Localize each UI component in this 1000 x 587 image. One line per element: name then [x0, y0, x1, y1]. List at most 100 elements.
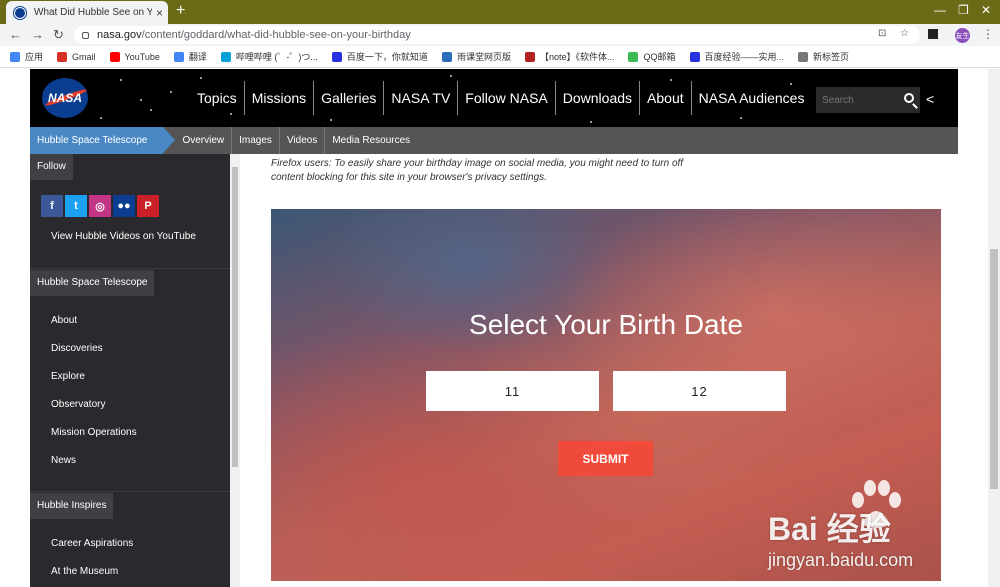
nasa-favicon-icon: [14, 6, 26, 19]
star-decoration: [200, 77, 202, 79]
subnav-videos[interactable]: Videos: [278, 127, 324, 154]
maximize-icon[interactable]: ❐: [958, 3, 969, 17]
nav-item-follow-nasa[interactable]: Follow NASA: [457, 81, 554, 115]
tab-title: What Did Hubble See on Your: [34, 7, 152, 18]
bookmarks-bar: 应用 Gmail YouTube 翻译 哔哩哔哩 (゜-゜)つ... 百度一下，你就知道 雨…: [0, 46, 1000, 68]
subnav-hubble-space-telescope[interactable]: Hubble Space Telescope: [30, 127, 176, 154]
day-input[interactable]: [613, 371, 786, 411]
bookmark-item[interactable]: QQ邮箱: [628, 50, 676, 63]
nav-item-topics[interactable]: Topics: [190, 81, 244, 115]
bookmark-item[interactable]: 翻译: [173, 50, 207, 63]
nav-item-about[interactable]: About: [639, 81, 691, 115]
bookmark-item[interactable]: YouTube: [109, 51, 160, 62]
nav-item-downloads[interactable]: Downloads: [554, 81, 639, 115]
star-decoration: [790, 83, 792, 85]
search-input[interactable]: [822, 94, 900, 106]
tab-close-button[interactable]: ×: [156, 6, 163, 20]
star-decoration: [530, 99, 532, 101]
bookmark-favicon-icon: [524, 51, 535, 62]
pinterest-icon[interactable]: P: [137, 195, 159, 217]
nasa-logo-text: NASA: [47, 91, 82, 105]
sidebar-link-discoveries[interactable]: Discoveries: [30, 335, 230, 363]
address-toolbar: ← → ↻ nasa.gov /content/goddard/what-did…: [0, 24, 1000, 46]
translate-icon[interactable]: ⊡: [878, 28, 886, 39]
bookmark-label: 哔哩哔哩 (゜-゜)つ...: [235, 52, 318, 62]
forward-arrow-icon[interactable]: →: [31, 27, 44, 42]
bookmark-label: Gmail: [72, 51, 96, 62]
sidebar-link-news[interactable]: News: [30, 447, 230, 475]
sidebar: Follow f t ◎ ●● P View Hubble Videos on YouT…: [30, 154, 230, 587]
submit-button[interactable]: SUBMIT: [558, 441, 653, 476]
social-icons: f t ◎ ●● P: [30, 195, 230, 217]
bookmark-label: 百度一下，你就知道: [346, 52, 428, 62]
star-decoration: [670, 79, 672, 81]
subnav-images[interactable]: Images: [231, 127, 279, 154]
share-icon[interactable]: <: [926, 91, 934, 107]
nasa-logo[interactable]: NASA: [42, 78, 88, 118]
reload-icon[interactable]: ↻: [53, 27, 64, 43]
sidebar-link-explore[interactable]: Explore: [30, 363, 230, 391]
watermark-brand: Bai 经验: [768, 511, 891, 547]
bookmark-item[interactable]: 百度一下，你就知道: [331, 50, 428, 63]
star-decoration: [590, 121, 592, 123]
search-icon[interactable]: [904, 93, 914, 103]
nav-item-missions[interactable]: Missions: [243, 81, 313, 115]
sidebar-link-mission-operations[interactable]: Mission Operations: [30, 419, 230, 447]
subnav-overview[interactable]: Overview: [175, 127, 231, 154]
bookmark-item[interactable]: 新标签页: [798, 50, 849, 63]
browser-tab-bar: What Did Hubble See on Your × + — ❐ ✕: [0, 0, 1000, 24]
firefox-note: Firefox users: To easily share your birt…: [271, 158, 684, 183]
new-tab-button[interactable]: +: [176, 2, 185, 20]
nav-item-nasa-audiences[interactable]: NASA Audiences: [690, 81, 812, 115]
bookmark-star-icon[interactable]: ☆: [900, 28, 909, 39]
sidebar-link-at-the-museum[interactable]: At the Museum: [30, 558, 230, 586]
star-decoration: [230, 113, 232, 115]
main-nav: Topics Missions Galleries NASA TV Follow NAS…: [190, 81, 811, 115]
youtube-videos-link[interactable]: View Hubble Videos on YouTube: [30, 223, 230, 251]
bookmark-item[interactable]: 雨课堂网页版: [441, 50, 511, 63]
sidebar-heading-inspires: Hubble Inspires: [30, 493, 114, 519]
sidebar-link-career-aspirations[interactable]: Career Aspirations: [30, 530, 230, 558]
subnav-media-resources[interactable]: Media Resources: [324, 127, 417, 154]
nav-item-galleries[interactable]: Galleries: [313, 81, 383, 115]
facebook-icon[interactable]: f: [41, 195, 63, 217]
url-path: /content/goddard/what-did-hubble-see-on-…: [141, 29, 411, 41]
bookmark-item[interactable]: 百度经验——实用...: [689, 50, 784, 63]
bookmark-item[interactable]: 【note】《软件体...: [524, 50, 614, 63]
star-decoration: [100, 117, 102, 119]
sidebar-link-observatory[interactable]: Observatory: [30, 391, 230, 419]
extension-icon[interactable]: [928, 29, 938, 39]
back-arrow-icon[interactable]: ←: [9, 27, 22, 42]
browser-menu-icon[interactable]: ⋮: [982, 27, 994, 41]
bookmark-favicon-icon: [441, 51, 452, 62]
url-bar[interactable]: nasa.gov /content/goddard/what-did-hubbl…: [74, 26, 920, 44]
lock-icon: [82, 31, 89, 39]
bookmark-item[interactable]: Gmail: [57, 51, 96, 62]
close-window-icon[interactable]: ✕: [981, 3, 991, 17]
web-page: NASA Topics Missions Galleries NASA TV Follo…: [0, 69, 1000, 587]
sidebar-link-about[interactable]: About: [30, 307, 230, 335]
instagram-icon[interactable]: ◎: [89, 195, 111, 217]
twitter-icon[interactable]: t: [65, 195, 87, 217]
sidebar-heading-follow: Follow: [30, 154, 73, 180]
browser-tab[interactable]: What Did Hubble See on Your ×: [6, 1, 168, 24]
bookmark-label: 应用: [25, 52, 44, 62]
bookmark-label: QQ邮箱: [643, 52, 676, 62]
profile-avatar[interactable]: 友生: [955, 28, 970, 43]
sidebar-scroll-thumb[interactable]: [232, 167, 238, 467]
page-scroll-thumb[interactable]: [990, 249, 998, 489]
minimize-icon[interactable]: —: [934, 3, 946, 17]
url-host: nasa.gov: [97, 29, 142, 41]
bookmark-item[interactable]: 应用: [10, 50, 43, 63]
bookmark-favicon-icon: [10, 51, 20, 62]
star-decoration: [140, 99, 142, 101]
bookmark-item[interactable]: 哔哩哔哩 (゜-゜)つ...: [220, 50, 318, 63]
bookmark-favicon-icon: [220, 51, 231, 62]
flickr-icon[interactable]: ●●: [113, 195, 135, 217]
bookmark-label: 雨课堂网页版: [456, 52, 511, 62]
star-decoration: [740, 117, 742, 119]
bookmark-favicon-icon: [689, 51, 700, 62]
nav-item-nasa-tv[interactable]: NASA TV: [383, 81, 457, 115]
month-input[interactable]: [426, 371, 599, 411]
sub-nav: Hubble Space Telescope Overview Images Vid…: [30, 127, 958, 154]
